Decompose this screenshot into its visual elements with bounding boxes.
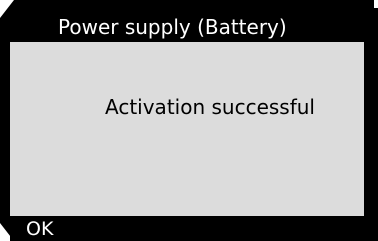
- screen-title: Power supply (Battery): [58, 15, 287, 39]
- ok-button[interactable]: OK: [26, 218, 53, 240]
- device-screen: Power supply (Battery) Activation succes…: [0, 0, 378, 241]
- bezel-corner: [374, 0, 378, 8]
- title-bar: Power supply (Battery): [10, 12, 364, 42]
- message-panel: Activation successful: [10, 42, 364, 216]
- status-message: Activation successful: [105, 95, 315, 119]
- soft-key-bar: OK: [10, 216, 364, 241]
